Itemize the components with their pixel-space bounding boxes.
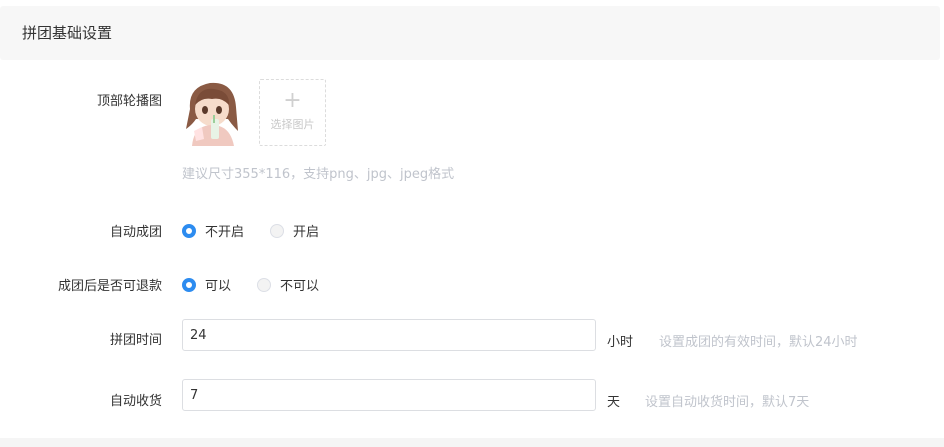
group-time-hint: 设置成团的有效时间，默认24小时 — [659, 335, 858, 350]
group-time-label: 拼团时间 — [109, 333, 162, 348]
radio-checked-icon — [182, 223, 196, 238]
section-header: 拼团基础设置 — [0, 6, 940, 60]
radio-label: 不可以 — [280, 279, 320, 294]
banner-size-hint: 建议尺寸355*116，支持png、jpg、jpeg格式 — [182, 167, 455, 182]
auto-receive-label: 自动收货 — [109, 394, 162, 409]
refund-label: 成团后是否可退款 — [57, 279, 162, 294]
auto-receive-unit: 天 — [607, 395, 621, 410]
radio-checked-icon — [182, 277, 196, 292]
refund-yes-radio[interactable]: 可以 — [182, 275, 231, 294]
plus-icon: + — [283, 88, 302, 113]
group-time-unit: 小时 — [607, 335, 634, 350]
auto-group-off-radio[interactable]: 不开启 — [182, 221, 244, 240]
refund-no-radio[interactable]: 不可以 — [257, 275, 319, 294]
select-image-button[interactable]: + 选择图片 — [259, 79, 326, 146]
auto-receive-input[interactable] — [182, 379, 596, 411]
banner-label: 顶部轮播图 — [96, 94, 162, 109]
footer-divider — [0, 438, 944, 447]
radio-label: 不开启 — [205, 225, 245, 240]
auto-receive-hint: 设置自动收货时间，默认7天 — [645, 395, 810, 410]
anime-girl-image — [182, 79, 242, 146]
radio-unchecked-icon — [270, 223, 284, 238]
group-time-input[interactable] — [182, 319, 596, 351]
select-image-label: 选择图片 — [270, 118, 315, 131]
radio-label: 可以 — [205, 279, 232, 294]
auto-group-label: 自动成团 — [109, 225, 162, 240]
radio-unchecked-icon — [257, 277, 271, 292]
banner-thumbnail[interactable] — [182, 79, 242, 146]
section-title: 拼团基础设置 — [22, 24, 113, 42]
auto-group-on-radio[interactable]: 开启 — [270, 221, 319, 240]
radio-label: 开启 — [293, 225, 320, 240]
